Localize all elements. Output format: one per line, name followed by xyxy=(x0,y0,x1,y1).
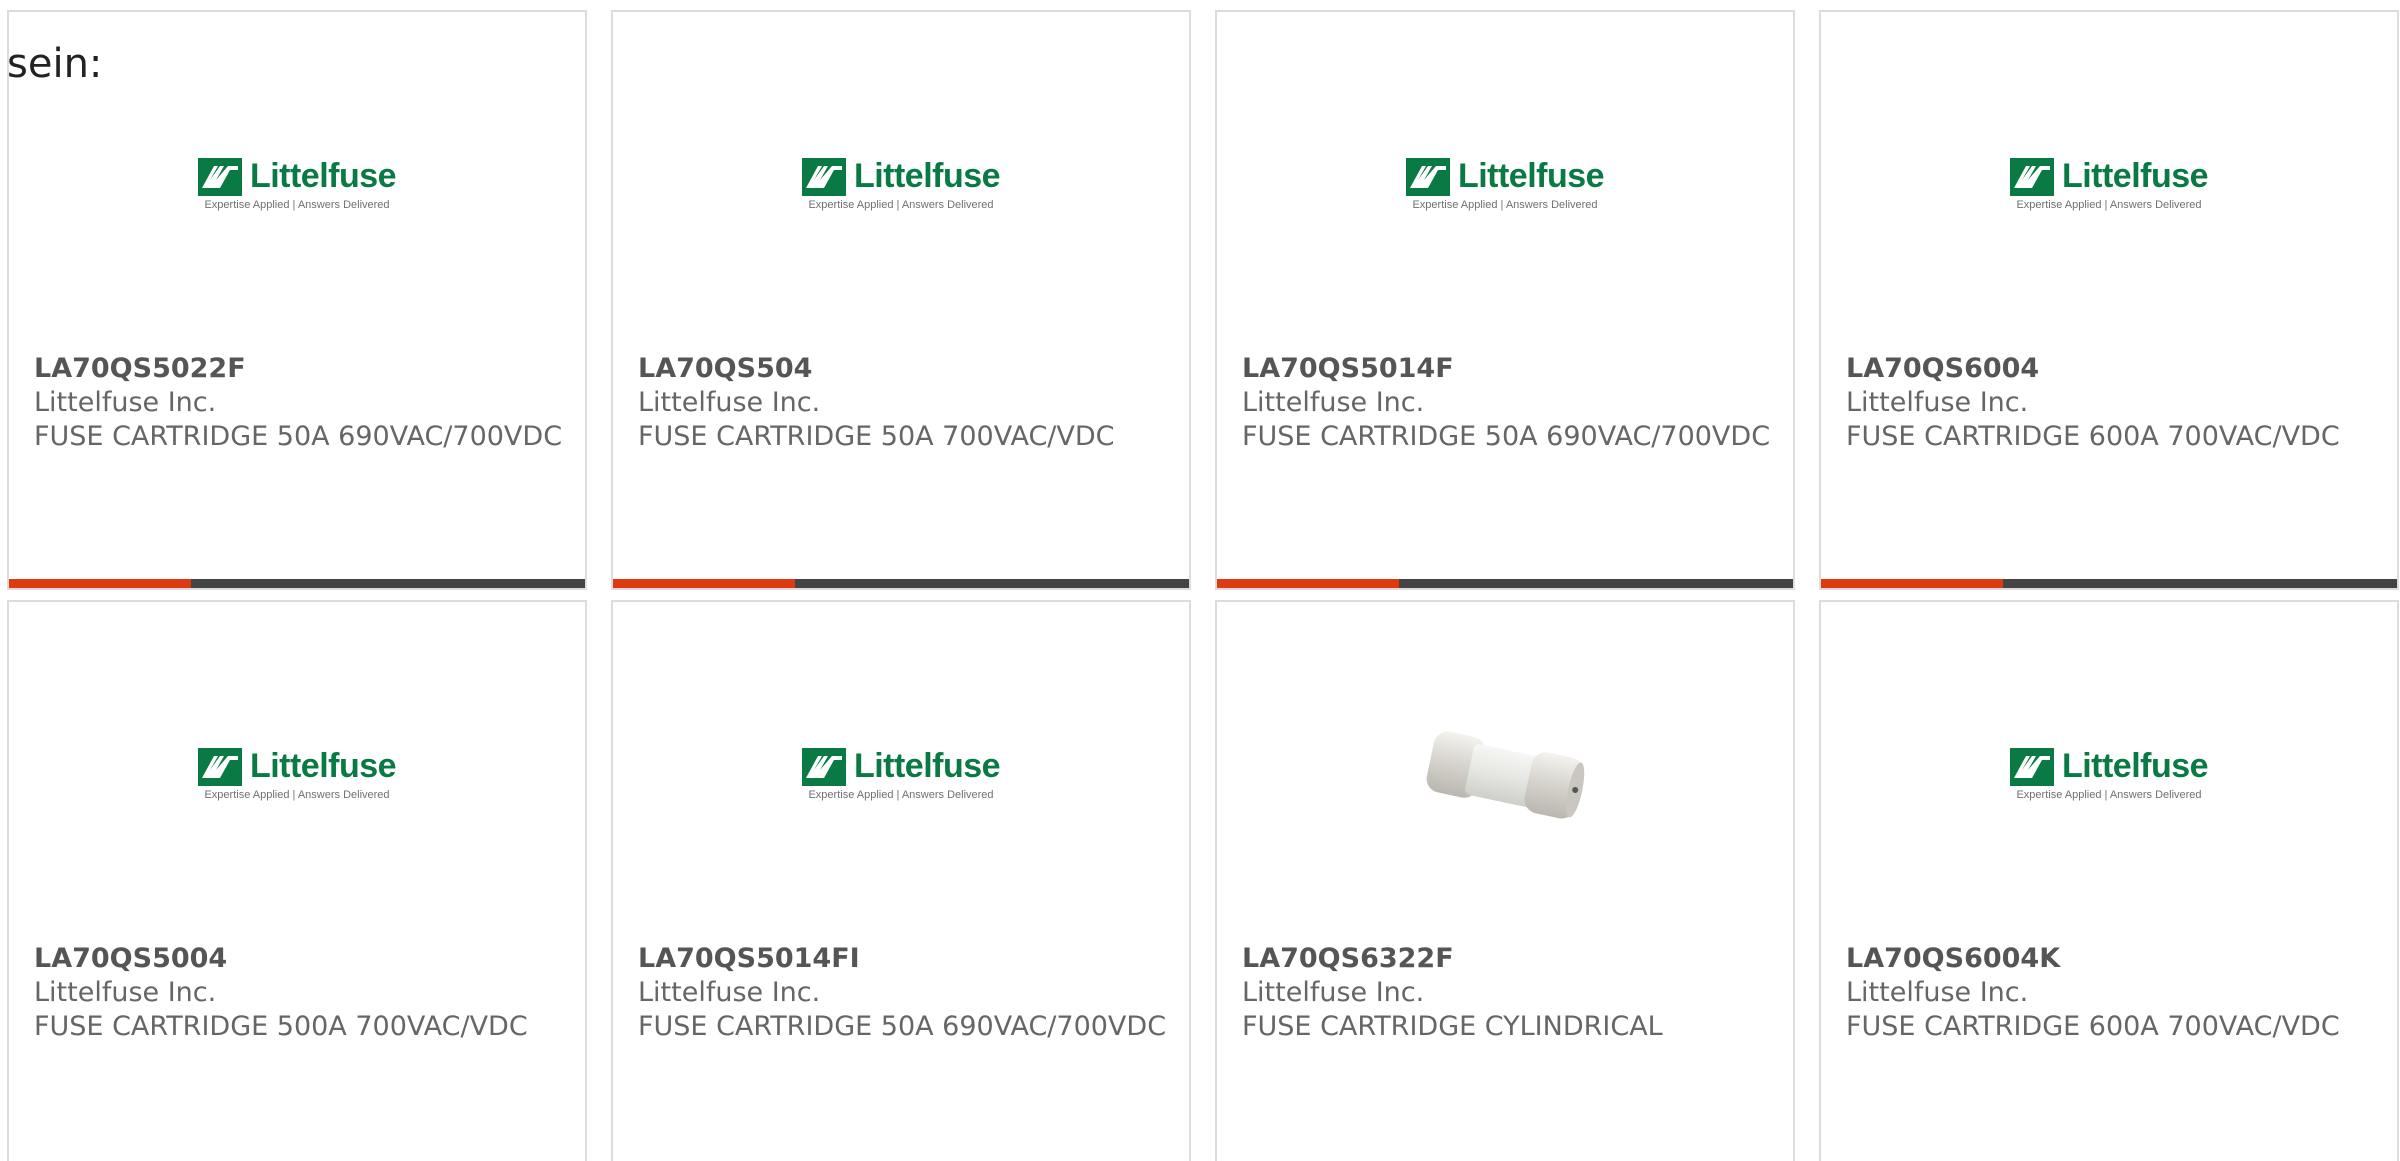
part-number[interactable]: LA70QS5022F xyxy=(34,352,565,386)
product-card[interactable]: LA70QS6322F Littelfuse Inc. FUSE CARTRID… xyxy=(1215,600,1795,1161)
description: FUSE CARTRIDGE CYLINDRICAL xyxy=(1242,1011,1663,1042)
manufacturer: Littelfuse Inc. xyxy=(638,387,821,418)
littelfuse-mark-icon xyxy=(801,747,846,786)
littelfuse-mark-icon xyxy=(197,157,242,196)
littelfuse-logo: Littelfuse Expertise Applied | Answers D… xyxy=(1405,157,1605,211)
product-image[interactable]: Littelfuse Expertise Applied | Answers D… xyxy=(9,658,585,890)
product-info: LA70QS504 Littelfuse Inc. FUSE CARTRIDGE… xyxy=(638,352,1169,454)
product-card[interactable]: Littelfuse Expertise Applied | Answers D… xyxy=(1819,600,2399,1161)
manufacturer: Littelfuse Inc. xyxy=(34,977,217,1008)
manufacturer: Littelfuse Inc. xyxy=(638,977,821,1008)
product-info: LA70QS6004K Littelfuse Inc. FUSE CARTRID… xyxy=(1846,942,2377,1044)
card-bottom-bar xyxy=(9,579,585,588)
description: FUSE CARTRIDGE 500A 700VAC/VDC xyxy=(34,1011,528,1042)
littelfuse-logo: Littelfuse Expertise Applied | Answers D… xyxy=(2009,747,2209,801)
description: FUSE CARTRIDGE 600A 700VAC/VDC xyxy=(1846,1011,2340,1042)
logo-name: Littelfuse xyxy=(2061,747,2209,785)
logo-tagline: Expertise Applied | Answers Delivered xyxy=(808,789,994,801)
product-image[interactable]: Littelfuse Expertise Applied | Answers D… xyxy=(1217,68,1793,300)
manufacturer: Littelfuse Inc. xyxy=(1242,387,1425,418)
part-number[interactable]: LA70QS5014FI xyxy=(638,942,1169,976)
description: FUSE CARTRIDGE 600A 700VAC/VDC xyxy=(1846,421,2340,452)
part-number[interactable]: LA70QS504 xyxy=(638,352,1169,386)
product-image[interactable]: Littelfuse Expertise Applied | Answers D… xyxy=(1821,658,2397,890)
part-number[interactable]: LA70QS6004 xyxy=(1846,352,2377,386)
card-bar-accent xyxy=(613,579,795,588)
manufacturer: Littelfuse Inc. xyxy=(34,387,217,418)
logo-name: Littelfuse xyxy=(2061,157,2209,195)
part-number[interactable]: LA70QS5004 xyxy=(34,942,565,976)
product-card[interactable]: Littelfuse Expertise Applied | Answers D… xyxy=(1819,10,2399,590)
product-card[interactable]: Littelfuse Expertise Applied | Answers D… xyxy=(611,10,1191,590)
logo-name: Littelfuse xyxy=(249,747,397,785)
littelfuse-logo: Littelfuse Expertise Applied | Answers D… xyxy=(197,157,397,211)
littelfuse-mark-icon xyxy=(1405,157,1450,196)
card-bar-accent xyxy=(9,579,191,588)
product-image[interactable]: Littelfuse Expertise Applied | Answers D… xyxy=(613,68,1189,300)
logo-tagline: Expertise Applied | Answers Delivered xyxy=(808,199,994,211)
logo-tagline: Expertise Applied | Answers Delivered xyxy=(204,199,390,211)
littelfuse-logo: Littelfuse Expertise Applied | Answers D… xyxy=(2009,157,2209,211)
part-number[interactable]: LA70QS6004K xyxy=(1846,942,2377,976)
part-number[interactable]: LA70QS5014F xyxy=(1242,352,1773,386)
product-info: LA70QS6004 Littelfuse Inc. FUSE CARTRIDG… xyxy=(1846,352,2377,454)
card-bottom-bar xyxy=(1821,579,2397,588)
product-image[interactable]: Littelfuse Expertise Applied | Answers D… xyxy=(1821,68,2397,300)
product-image[interactable] xyxy=(1217,658,1793,890)
description: FUSE CARTRIDGE 50A 690VAC/700VDC xyxy=(638,1011,1167,1042)
logo-tagline: Expertise Applied | Answers Delivered xyxy=(1412,199,1598,211)
product-info: LA70QS5022F Littelfuse Inc. FUSE CARTRID… xyxy=(34,352,565,454)
product-card[interactable]: Littelfuse Expertise Applied | Answers D… xyxy=(7,600,587,1161)
description: FUSE CARTRIDGE 50A 690VAC/700VDC xyxy=(34,421,563,452)
manufacturer: Littelfuse Inc. xyxy=(1242,977,1425,1008)
description: FUSE CARTRIDGE 50A 700VAC/VDC xyxy=(638,421,1115,452)
littelfuse-logo: Littelfuse Expertise Applied | Answers D… xyxy=(801,157,1001,211)
product-info: LA70QS5014F Littelfuse Inc. FUSE CARTRID… xyxy=(1242,352,1773,454)
fuse-cartridge-photo-icon xyxy=(1405,674,1605,874)
product-image[interactable]: Littelfuse Expertise Applied | Answers D… xyxy=(9,68,585,300)
logo-name: Littelfuse xyxy=(853,747,1001,785)
card-bottom-bar xyxy=(1217,579,1793,588)
card-bar-accent xyxy=(1217,579,1399,588)
description: FUSE CARTRIDGE 50A 690VAC/700VDC xyxy=(1242,421,1771,452)
intro-text: sein: xyxy=(7,41,103,87)
product-grid: Littelfuse Expertise Applied | Answers D… xyxy=(7,10,2399,1161)
logo-tagline: Expertise Applied | Answers Delivered xyxy=(2016,789,2202,801)
logo-name: Littelfuse xyxy=(853,157,1001,195)
card-bottom-bar xyxy=(613,579,1189,588)
littelfuse-mark-icon xyxy=(801,157,846,196)
littelfuse-mark-icon xyxy=(2009,157,2054,196)
part-number[interactable]: LA70QS6322F xyxy=(1242,942,1773,976)
product-image[interactable]: Littelfuse Expertise Applied | Answers D… xyxy=(613,658,1189,890)
product-grid-page: sein: Littelfuse Expertise Applied | Ans… xyxy=(0,0,2400,1161)
littelfuse-logo: Littelfuse Expertise Applied | Answers D… xyxy=(801,747,1001,801)
littelfuse-logo: Littelfuse Expertise Applied | Answers D… xyxy=(197,747,397,801)
product-card[interactable]: Littelfuse Expertise Applied | Answers D… xyxy=(1215,10,1795,590)
manufacturer: Littelfuse Inc. xyxy=(1846,387,2029,418)
product-card[interactable]: Littelfuse Expertise Applied | Answers D… xyxy=(611,600,1191,1161)
product-card[interactable]: Littelfuse Expertise Applied | Answers D… xyxy=(7,10,587,590)
littelfuse-mark-icon xyxy=(197,747,242,786)
logo-tagline: Expertise Applied | Answers Delivered xyxy=(2016,199,2202,211)
logo-name: Littelfuse xyxy=(249,157,397,195)
manufacturer: Littelfuse Inc. xyxy=(1846,977,2029,1008)
product-info: LA70QS5014FI Littelfuse Inc. FUSE CARTRI… xyxy=(638,942,1169,1044)
logo-name: Littelfuse xyxy=(1457,157,1605,195)
logo-tagline: Expertise Applied | Answers Delivered xyxy=(204,789,390,801)
product-info: LA70QS5004 Littelfuse Inc. FUSE CARTRIDG… xyxy=(34,942,565,1044)
littelfuse-mark-icon xyxy=(2009,747,2054,786)
product-info: LA70QS6322F Littelfuse Inc. FUSE CARTRID… xyxy=(1242,942,1773,1044)
card-bar-accent xyxy=(1821,579,2003,588)
